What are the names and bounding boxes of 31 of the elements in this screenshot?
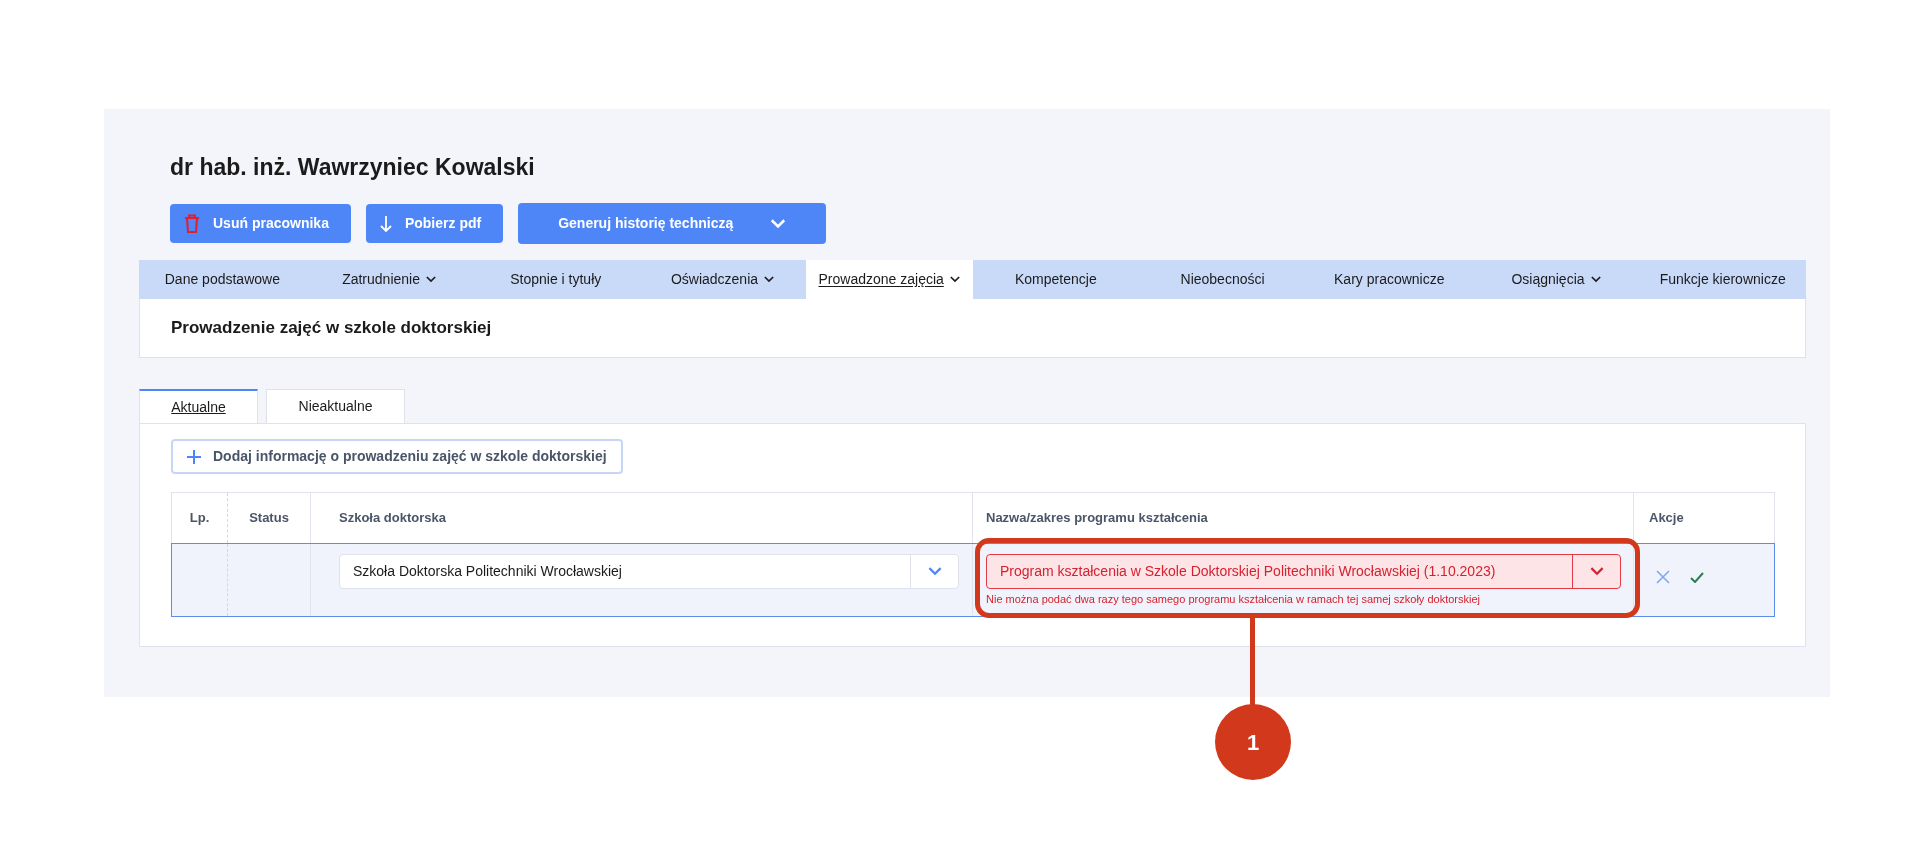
chevron-down-icon (927, 567, 942, 576)
column-header: Status (249, 509, 289, 528)
column-header: Nazwa/zakres programu kształcenia (986, 509, 1208, 528)
column-header: Akcje (1649, 509, 1684, 528)
chevron-down-icon (770, 218, 787, 229)
section-title: Prowadzenie zajęć w szkole doktorskiej (171, 317, 492, 340)
nav-tab[interactable]: Funkcje kierownicze (1639, 260, 1807, 299)
column-header: Szkoła doktorska (339, 509, 446, 528)
chevron-down-icon (1589, 567, 1604, 576)
employee-name: dr hab. inż. Wawrzyniec Kowalski (170, 153, 535, 181)
nav-tab[interactable]: Kompetencje (972, 260, 1140, 299)
callout-badge: 1 (1215, 704, 1291, 780)
error-message: Nie można podać dwa razy tego samego programu kształcenia w ramach tej samej szkoły doktorskiej (986, 592, 1480, 606)
sub-tab[interactable]: Aktualne (139, 389, 258, 423)
confirm-button[interactable] (1690, 571, 1704, 583)
select-field[interactable]: Program kształcenia w Szkole Doktorskiej Politechniki Wrocławskiej (1.10.2023) (986, 554, 1621, 589)
nav-tab[interactable]: Zatrudnienie (305, 260, 473, 299)
trash-icon (184, 214, 200, 233)
nav-tab[interactable]: Kary pracownicze (1305, 260, 1473, 299)
nav-tab[interactable]: Stopnie i tytuły (472, 260, 640, 299)
add-button[interactable]: Dodaj informację o prowadzeniu zajęć w szkole doktorskiej (171, 439, 623, 474)
arrow-down-icon (379, 214, 392, 233)
select-field[interactable]: Szkoła Doktorska Politechniki Wrocławskiej (339, 554, 959, 589)
nav-tab[interactable]: Nieobecności (1139, 260, 1306, 299)
sub-tab[interactable]: Nieaktualne (266, 389, 405, 423)
nav-tab[interactable]: Dane podstawowe (139, 260, 306, 299)
nav-tab[interactable]: Osiągnięcia (1472, 260, 1640, 299)
nav-tab[interactable]: Oświadczenia (639, 260, 806, 299)
plus-icon (187, 449, 201, 464)
nav-tab[interactable]: Prowadzone zajęcia (805, 260, 973, 299)
column-header: Lp. (189, 509, 210, 528)
